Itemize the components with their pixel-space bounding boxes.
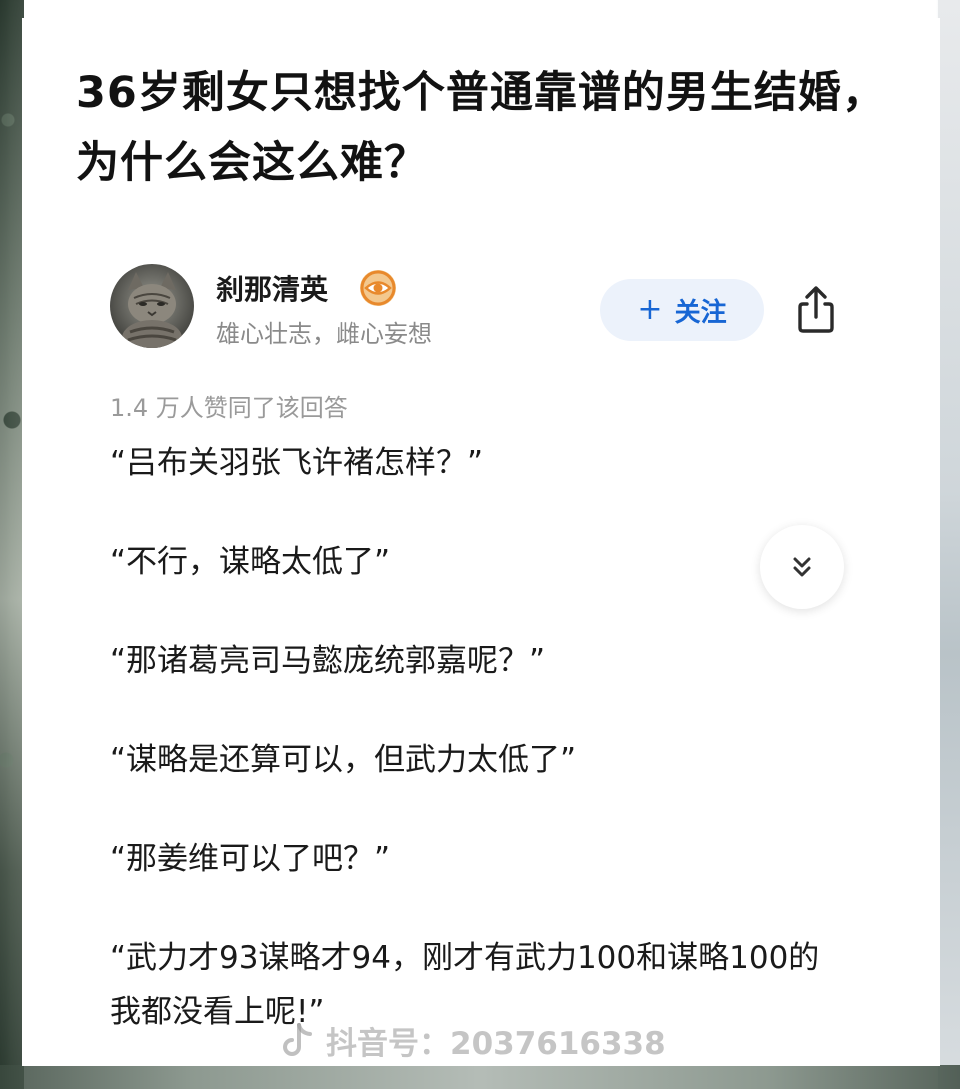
author-name[interactable]: 刹那清英 [216, 268, 328, 308]
follow-label: 关注 [674, 297, 727, 328]
eye-badge-icon [358, 268, 398, 308]
plus-icon: + [637, 292, 663, 327]
answer-line: “吕布关羽张飞许褚怎样？” [110, 445, 484, 481]
vote-count: 1.4 万人赞同了该回答 [110, 394, 348, 422]
avatar[interactable] [110, 264, 194, 348]
follow-button[interactable]: + 关注 [600, 279, 764, 341]
answer-line: “那诸葛亮司马懿庞统郭嘉呢？” [110, 643, 546, 679]
background-edge-right [938, 0, 960, 1089]
answer-card: 36岁剩女只想找个普通靠谱的男生结婚，为什么会这么难？ 刹那清英 雄心壮志，雌心… [22, 18, 940, 1066]
douyin-logo-icon [283, 1022, 312, 1056]
background-edge-bottom [0, 1065, 960, 1089]
answer-line: “谋略是还算可以，但武力太低了” [110, 742, 577, 778]
cat-avatar-icon [110, 264, 194, 348]
watermark: 抖音号：2037616338 [282, 1018, 666, 1063]
double-chevron-down-icon [793, 557, 811, 577]
author-bio: 雄心壮志，雌心妄想 [216, 320, 432, 348]
watermark-text: 抖音号：2037616338 [326, 1026, 666, 1062]
question-title[interactable]: 36岁剩女只想找个普通靠谱的男生结婚，为什么会这么难？ [76, 58, 896, 198]
screenshot-page: 36岁剩女只想找个普通靠谱的男生结婚，为什么会这么难？ 刹那清英 雄心壮志，雌心… [0, 0, 960, 1089]
share-icon[interactable] [793, 284, 839, 336]
expand-button[interactable] [760, 525, 844, 609]
author-row: 刹那清英 雄心壮志，雌心妄想 + 关注 [110, 264, 870, 356]
background-foliage-left [0, 0, 24, 1089]
answer-line: “那姜维可以了吧？” [110, 841, 391, 877]
answer-body: “吕布关羽张飞许褚怎样？” “不行，谋略太低了” “那诸葛亮司马懿庞统郭嘉呢？”… [110, 436, 830, 1039]
answer-line: “不行，谋略太低了” [110, 544, 391, 580]
